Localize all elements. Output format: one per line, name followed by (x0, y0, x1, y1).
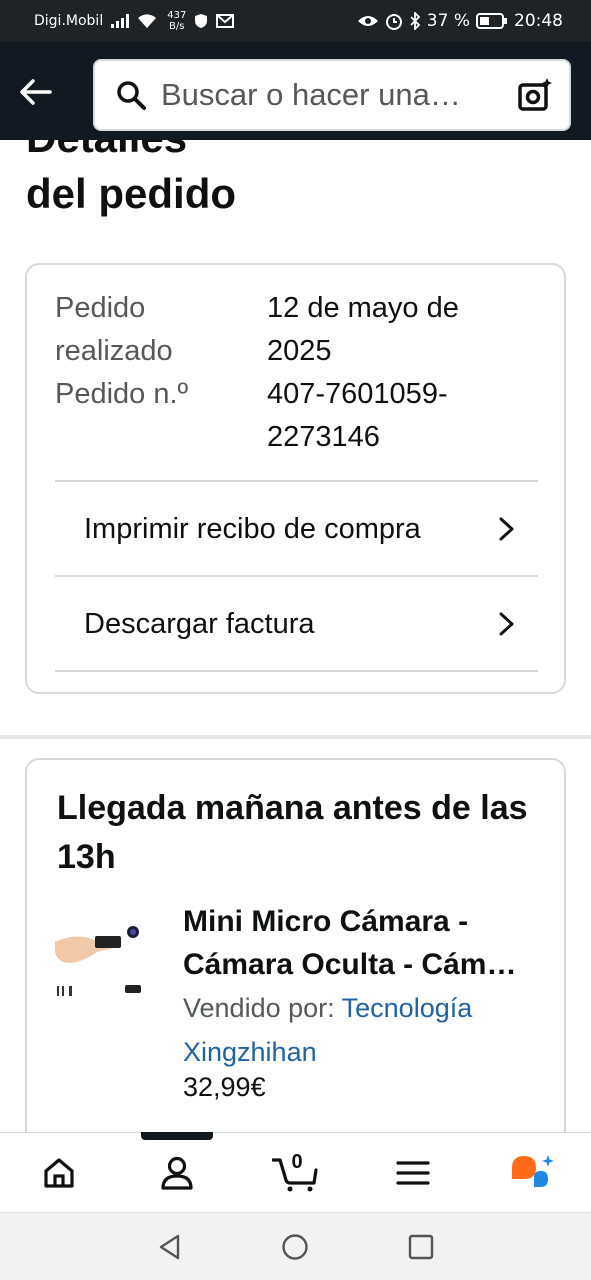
nav-cart[interactable]: 0 (272, 1151, 318, 1193)
delivery-status-title: Llegada mañana antes de las 13h (57, 789, 528, 876)
home-icon (44, 1158, 74, 1188)
section-separator (0, 735, 591, 739)
active-tab-indicator (141, 1132, 213, 1140)
bottom-navigation: 0 (0, 1132, 591, 1212)
chevron-right-icon (499, 517, 514, 541)
nav-home[interactable] (39, 1153, 79, 1193)
chevron-right-icon (499, 612, 514, 636)
mail-icon (216, 14, 235, 28)
seller-info: Vendido por: Tecnología Xingzhihan (183, 993, 473, 1067)
seller-link[interactable]: Xingzhihan (183, 1037, 317, 1067)
eye-icon (357, 16, 378, 26)
page-title: Detalles del pedido (26, 114, 236, 217)
signal-icon (111, 14, 130, 28)
camera-search-icon[interactable] (517, 77, 553, 113)
net-speed: 437 B/s (167, 10, 187, 32)
menu-icon (396, 1161, 430, 1185)
order-placed-date: 12 de mayo de 2025 (267, 292, 459, 367)
order-number-value: 407-7601059- 2273146 (267, 378, 448, 453)
battery-percent: 37 % (426, 11, 470, 31)
alarm-icon (385, 14, 402, 30)
shield-icon (195, 14, 208, 28)
system-navigation-bar (0, 1212, 591, 1280)
system-back-icon[interactable] (156, 1233, 184, 1261)
order-placed-label: Pedido realizado (55, 292, 173, 367)
carrier-label: Digi.Mobil (34, 13, 104, 29)
rufus-icon (512, 1155, 554, 1187)
status-bar: Digi.Mobil 437 B/s 37 % 20:48 (0, 0, 591, 42)
print-receipt-link[interactable]: Imprimir recibo de compra (55, 482, 538, 576)
order-info-card: Pedido realizado 12 de mayo de 2025 Pedi… (25, 263, 566, 694)
shipment-card: Llegada mañana antes de las 13h Mini Mic… (25, 758, 566, 1178)
search-icon (117, 81, 146, 110)
clock: 20:48 (514, 11, 563, 31)
back-arrow-icon[interactable] (16, 72, 56, 112)
seller-link[interactable]: Tecnología (342, 993, 473, 1023)
wifi-icon (138, 14, 157, 28)
nav-menu[interactable] (393, 1153, 433, 1193)
download-invoice-link[interactable]: Descargar factura (55, 577, 538, 671)
bluetooth-icon (410, 12, 421, 30)
product-price: 32,99€ (183, 1072, 266, 1102)
divider (55, 670, 538, 672)
system-recents-icon[interactable] (407, 1233, 435, 1261)
nav-rufus[interactable] (510, 1153, 556, 1193)
product-title-link[interactable]: Mini Micro Cámara - Cámara Oculta - Cám… (183, 900, 543, 986)
account-icon (161, 1156, 193, 1190)
search-placeholder: Buscar o hacer una… (161, 77, 461, 112)
order-number-label: Pedido n.º (55, 378, 189, 410)
battery-icon (476, 13, 507, 29)
system-home-icon[interactable] (281, 1233, 309, 1261)
nav-account[interactable] (157, 1153, 197, 1193)
cart-count-badge: 0 (291, 1151, 303, 1173)
product-thumbnail[interactable] (55, 910, 147, 1010)
